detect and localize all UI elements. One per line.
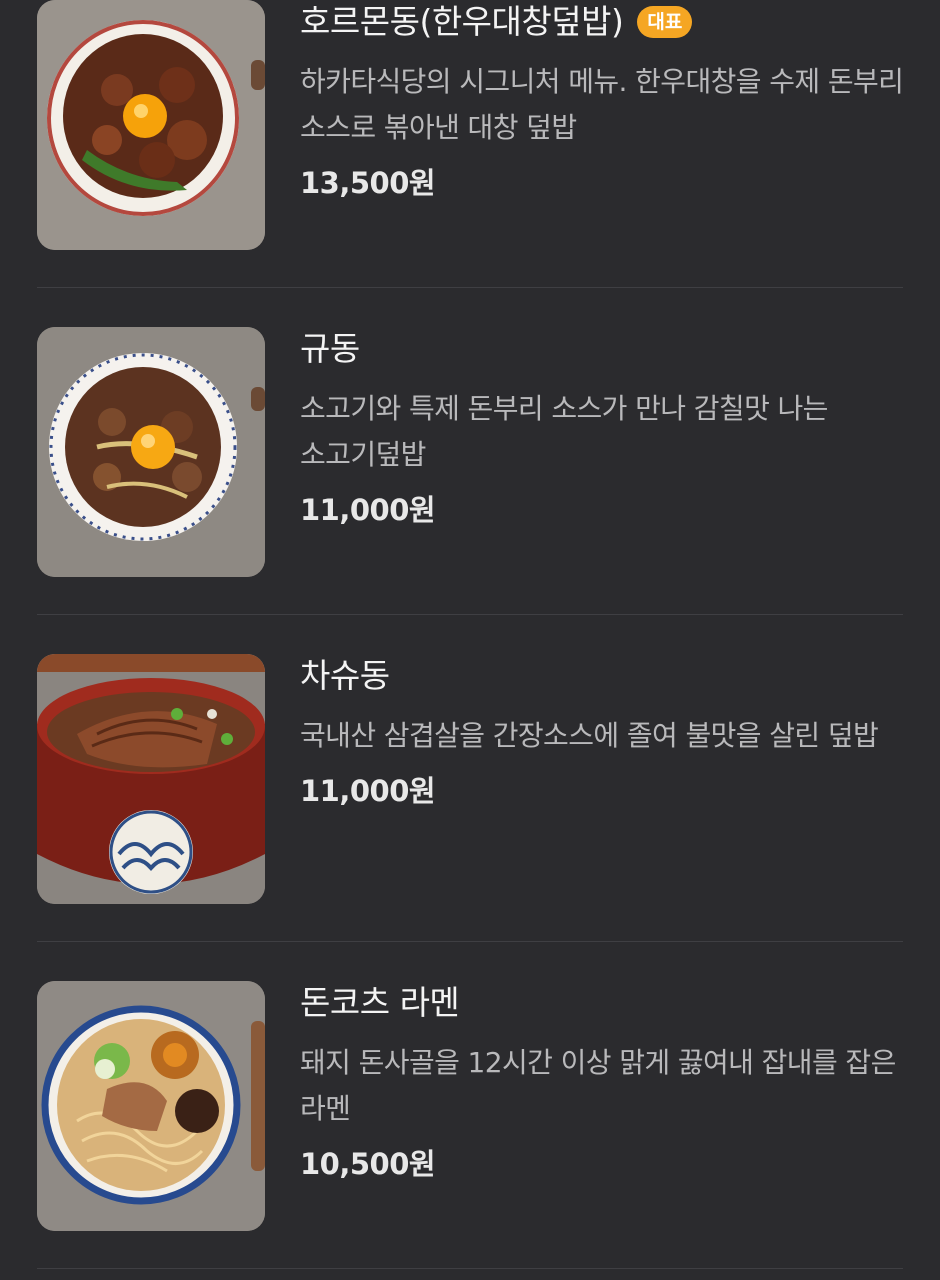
menu-item-info: 규동 소고기와 특제 돈부리 소스가 만나 감칠맛 나는 소고기덮밥 11,00… xyxy=(300,327,905,530)
gyudon-photo-icon xyxy=(37,327,265,577)
menu-item-info: 차슈동 국내산 삼겹살을 간장소스에 졸여 불맛을 살린 덮밥 11,000원 xyxy=(300,654,905,811)
divider xyxy=(37,941,903,942)
menu-item-description: 소고기와 특제 돈부리 소스가 만나 감칠맛 나는 소고기덮밥 xyxy=(300,392,828,471)
menu-item-description: 돼지 돈사골을 12시간 이상 맑게 끓여내 잡내를 잡은 라멘 xyxy=(300,1046,896,1125)
menu-item-title-row: 호르몬동(한우대창덮밥) 대표 xyxy=(300,0,905,44)
menu-item-price: 11,000원 xyxy=(300,493,436,527)
tonkotsu-ramen-photo-icon xyxy=(37,981,265,1231)
divider xyxy=(37,287,903,288)
menu-item-description: 하카타식당의 시그니처 메뉴. 한우대창을 수제 돈부리 소스로 볶아낸 대창 … xyxy=(300,65,904,144)
menu-item-price: 13,500원 xyxy=(300,166,436,200)
menu-item-tonkotsu-ramen[interactable]: 돈코츠 라멘 돼지 돈사골을 12시간 이상 맑게 끓여내 잡내를 잡은 라멘 … xyxy=(37,981,903,1233)
menu-item-price: 11,000원 xyxy=(300,774,436,808)
menu-item-description: 국내산 삼겹살을 간장소스에 졸여 불맛을 살린 덮밥 xyxy=(300,719,879,752)
menu-item-title-row: 돈코츠 라멘 xyxy=(300,981,905,1025)
menu-item-name: 돈코츠 라멘 xyxy=(300,983,460,1022)
hormone-don-photo-icon xyxy=(37,0,265,250)
menu-item-name: 호르몬동(한우대창덮밥) xyxy=(300,2,624,41)
menu-item-name: 규동 xyxy=(300,329,360,368)
menu-item-info: 돈코츠 라멘 돼지 돈사골을 12시간 이상 맑게 끓여내 잡내를 잡은 라멘 … xyxy=(300,981,905,1184)
menu-item-name: 차슈동 xyxy=(300,656,390,695)
menu-item-price: 10,500원 xyxy=(300,1147,436,1181)
divider xyxy=(37,614,903,615)
chashu-don-photo-icon xyxy=(37,654,265,904)
menu-item-gyudon[interactable]: 규동 소고기와 특제 돈부리 소스가 만나 감칠맛 나는 소고기덮밥 11,00… xyxy=(37,327,903,579)
menu-item-chashu-don[interactable]: 차슈동 국내산 삼겹살을 간장소스에 졸여 불맛을 살린 덮밥 11,000원 xyxy=(37,654,903,906)
menu-item-title-row: 규동 xyxy=(300,327,905,371)
divider xyxy=(37,1268,903,1269)
menu-item-hormone-don[interactable]: 호르몬동(한우대창덮밥) 대표 하카타식당의 시그니처 메뉴. 한우대창을 수제… xyxy=(37,0,905,252)
menu-item-info: 호르몬동(한우대창덮밥) 대표 하카타식당의 시그니처 메뉴. 한우대창을 수제… xyxy=(300,0,905,203)
signature-badge: 대표 xyxy=(637,6,693,38)
menu-item-title-row: 차슈동 xyxy=(300,654,905,698)
